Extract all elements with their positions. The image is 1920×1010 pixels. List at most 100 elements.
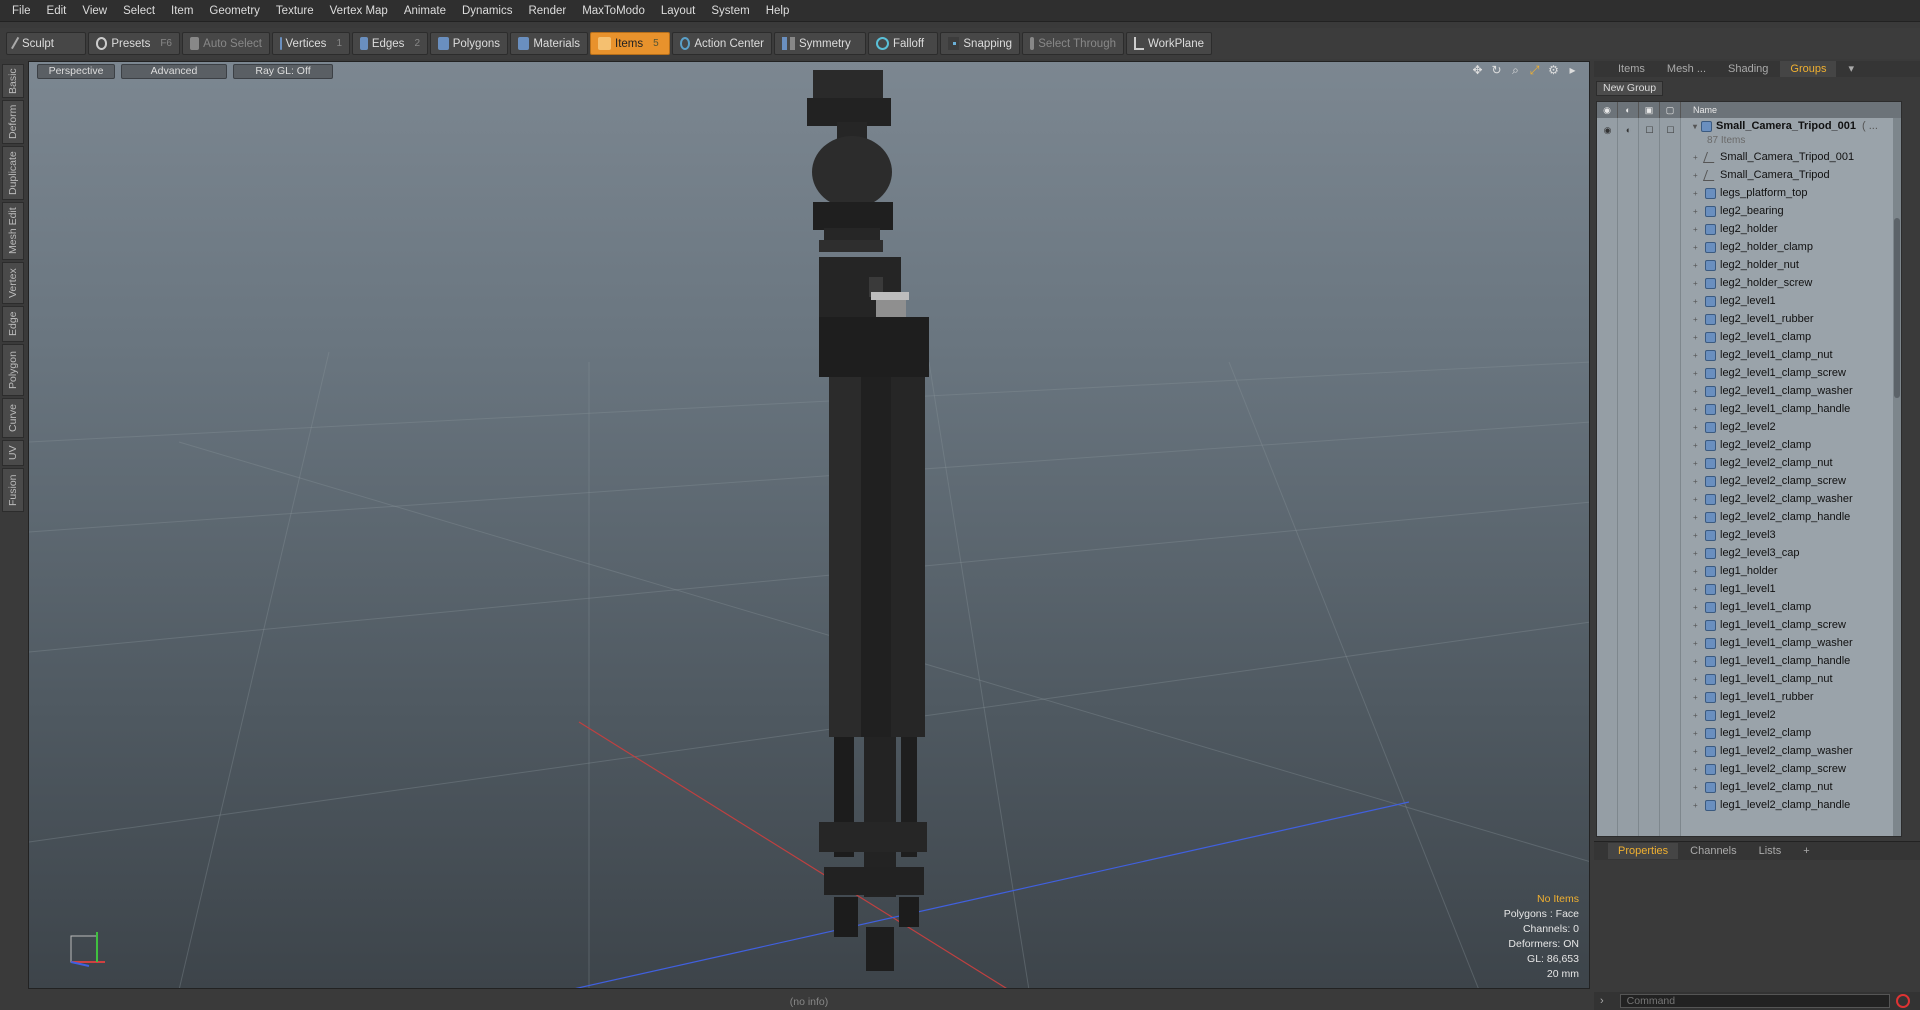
expand-icon[interactable]: + bbox=[1693, 387, 1701, 396]
menu-select[interactable]: Select bbox=[115, 0, 163, 22]
expand-icon[interactable]: + bbox=[1693, 189, 1701, 198]
action-center-button[interactable]: Action Center bbox=[672, 32, 772, 55]
group-item-row[interactable]: + leg1_level2 bbox=[1681, 706, 1901, 724]
expand-icon[interactable]: + bbox=[1693, 333, 1701, 342]
group-item-row[interactable]: + leg2_level2_clamp bbox=[1681, 436, 1901, 454]
group-item-row[interactable]: + leg2_level2_clamp_screw bbox=[1681, 472, 1901, 490]
polygons-button[interactable]: Polygons bbox=[430, 32, 508, 55]
tab-items[interactable]: Items bbox=[1608, 61, 1655, 77]
group-item-row[interactable]: + leg1_level2_clamp_nut bbox=[1681, 778, 1901, 796]
menu-help[interactable]: Help bbox=[758, 0, 798, 22]
group-item-row[interactable]: + leg1_level1_clamp_washer bbox=[1681, 634, 1901, 652]
materials-button[interactable]: Materials bbox=[510, 32, 588, 55]
group-item-row[interactable]: + leg2_bearing bbox=[1681, 202, 1901, 220]
group-item-row[interactable]: + leg2_level1_clamp_washer bbox=[1681, 382, 1901, 400]
select-checkbox[interactable]: ☐ bbox=[1660, 122, 1681, 138]
3d-viewport[interactable]: Perspective Advanced Ray GL: Off ✥ ↻ ⌕ ⤢… bbox=[28, 61, 1590, 989]
group-item-row[interactable]: + leg2_level1_clamp_screw bbox=[1681, 364, 1901, 382]
expand-icon[interactable]: + bbox=[1693, 783, 1701, 792]
group-item-row[interactable]: + leg2_level1_clamp_handle bbox=[1681, 400, 1901, 418]
expand-icon[interactable]: + bbox=[1693, 657, 1701, 666]
tab-deform[interactable]: Deform bbox=[2, 100, 24, 144]
menu-vertex-map[interactable]: Vertex Map bbox=[322, 0, 396, 22]
group-item-row[interactable]: + legs_platform_top bbox=[1681, 184, 1901, 202]
expand-icon[interactable]: + bbox=[1693, 369, 1701, 378]
group-item-row[interactable]: + leg2_holder_nut bbox=[1681, 256, 1901, 274]
raygl-dropdown[interactable]: Ray GL: Off bbox=[233, 64, 333, 79]
expand-icon[interactable]: + bbox=[1693, 207, 1701, 216]
group-item-row[interactable]: + leg1_level2_clamp_screw bbox=[1681, 760, 1901, 778]
list-scrollbar[interactable] bbox=[1893, 118, 1901, 836]
expand-icon[interactable]: + bbox=[1693, 531, 1701, 540]
group-item-row[interactable]: + leg2_holder_screw bbox=[1681, 274, 1901, 292]
tab-vertex[interactable]: Vertex bbox=[2, 262, 24, 304]
menu-item[interactable]: Item bbox=[163, 0, 201, 22]
group-item-row[interactable]: + Small_Camera_Tripod_001 bbox=[1681, 148, 1901, 166]
expand-icon[interactable]: + bbox=[1693, 261, 1701, 270]
expand-icon[interactable]: + bbox=[1693, 585, 1701, 594]
menu-system[interactable]: System bbox=[703, 0, 757, 22]
expand-icon[interactable]: + bbox=[1693, 639, 1701, 648]
rotate-icon[interactable]: ↻ bbox=[1490, 64, 1503, 77]
tab-fusion[interactable]: Fusion bbox=[2, 468, 24, 512]
menu-layout[interactable]: Layout bbox=[653, 0, 704, 22]
group-root-row[interactable]: ▾ Small_Camera_Tripod_001 ( ... bbox=[1681, 118, 1901, 134]
lock-column-icon[interactable]: ▣ bbox=[1639, 102, 1660, 118]
group-item-row[interactable]: + leg2_level2_clamp_handle bbox=[1681, 508, 1901, 526]
expand-icon[interactable]: + bbox=[1693, 513, 1701, 522]
expand-icon[interactable]: + bbox=[1693, 549, 1701, 558]
group-item-row[interactable]: + leg2_level1_clamp bbox=[1681, 328, 1901, 346]
menu-edit[interactable]: Edit bbox=[39, 0, 75, 22]
group-item-row[interactable]: + leg2_holder_clamp bbox=[1681, 238, 1901, 256]
expand-icon[interactable]: + bbox=[1693, 801, 1701, 810]
expand-icon[interactable]: + bbox=[1693, 153, 1701, 162]
tab-edge[interactable]: Edge bbox=[2, 306, 24, 342]
group-item-row[interactable]: + leg2_level3_cap bbox=[1681, 544, 1901, 562]
perspective-dropdown[interactable]: Perspective bbox=[37, 64, 115, 79]
new-group-button[interactable]: New Group bbox=[1596, 81, 1664, 96]
tab-shading[interactable]: Shading bbox=[1718, 61, 1778, 77]
group-item-row[interactable]: + leg2_level1_clamp_nut bbox=[1681, 346, 1901, 364]
visibility-column-icon[interactable]: ◉ bbox=[1597, 102, 1618, 118]
group-item-row[interactable]: + leg2_level1 bbox=[1681, 292, 1901, 310]
tab-groups[interactable]: Groups bbox=[1780, 61, 1837, 77]
fit-icon[interactable]: ⤢ bbox=[1528, 64, 1541, 77]
expand-icon[interactable]: + bbox=[1693, 693, 1701, 702]
tab-curve[interactable]: Curve bbox=[2, 398, 24, 438]
symmetry-button[interactable]: Symmetry bbox=[774, 32, 866, 55]
render-column-icon[interactable]: ◐ bbox=[1618, 102, 1639, 118]
scrollbar-thumb[interactable] bbox=[1894, 218, 1900, 398]
expand-icon[interactable]: + bbox=[1693, 441, 1701, 450]
expand-icon[interactable]: + bbox=[1693, 477, 1701, 486]
group-item-row[interactable]: + leg2_level3 bbox=[1681, 526, 1901, 544]
expand-icon[interactable]: + bbox=[1693, 171, 1701, 180]
menu-render[interactable]: Render bbox=[520, 0, 574, 22]
tab-basic[interactable]: Basic bbox=[2, 64, 24, 98]
add-tab-button[interactable]: + bbox=[1793, 843, 1819, 859]
select-through-button[interactable]: Select Through bbox=[1022, 32, 1124, 55]
lock-checkbox[interactable]: ☐ bbox=[1639, 122, 1660, 138]
menu-texture[interactable]: Texture bbox=[268, 0, 322, 22]
presets-button[interactable]: Presets F6 bbox=[88, 32, 180, 55]
expand-icon[interactable]: + bbox=[1693, 225, 1701, 234]
auto-select-button[interactable]: Auto Select bbox=[182, 32, 270, 55]
items-button[interactable]: Items 5 bbox=[590, 32, 670, 55]
group-item-row[interactable]: + leg1_level2_clamp_washer bbox=[1681, 742, 1901, 760]
expand-icon[interactable]: + bbox=[1693, 729, 1701, 738]
group-item-row[interactable]: + leg2_level2 bbox=[1681, 418, 1901, 436]
expand-icon[interactable]: + bbox=[1693, 567, 1701, 576]
falloff-button[interactable]: Falloff bbox=[868, 32, 938, 55]
expand-icon[interactable]: + bbox=[1693, 297, 1701, 306]
vertices-button[interactable]: Vertices 1 bbox=[272, 32, 350, 55]
command-input[interactable] bbox=[1619, 994, 1890, 1008]
expand-icon[interactable]: + bbox=[1693, 405, 1701, 414]
expand-icon[interactable]: + bbox=[1693, 675, 1701, 684]
pan-icon[interactable]: ✥ bbox=[1471, 64, 1484, 77]
menu-file[interactable]: File bbox=[4, 0, 39, 22]
menu-view[interactable]: View bbox=[74, 0, 115, 22]
group-item-row[interactable]: + leg1_holder bbox=[1681, 562, 1901, 580]
expand-icon[interactable]: + bbox=[1693, 351, 1701, 360]
menu-geometry[interactable]: Geometry bbox=[201, 0, 268, 22]
render-icon[interactable]: ◐ bbox=[1618, 122, 1639, 138]
collapse-icon[interactable]: ▾ bbox=[1693, 122, 1701, 131]
